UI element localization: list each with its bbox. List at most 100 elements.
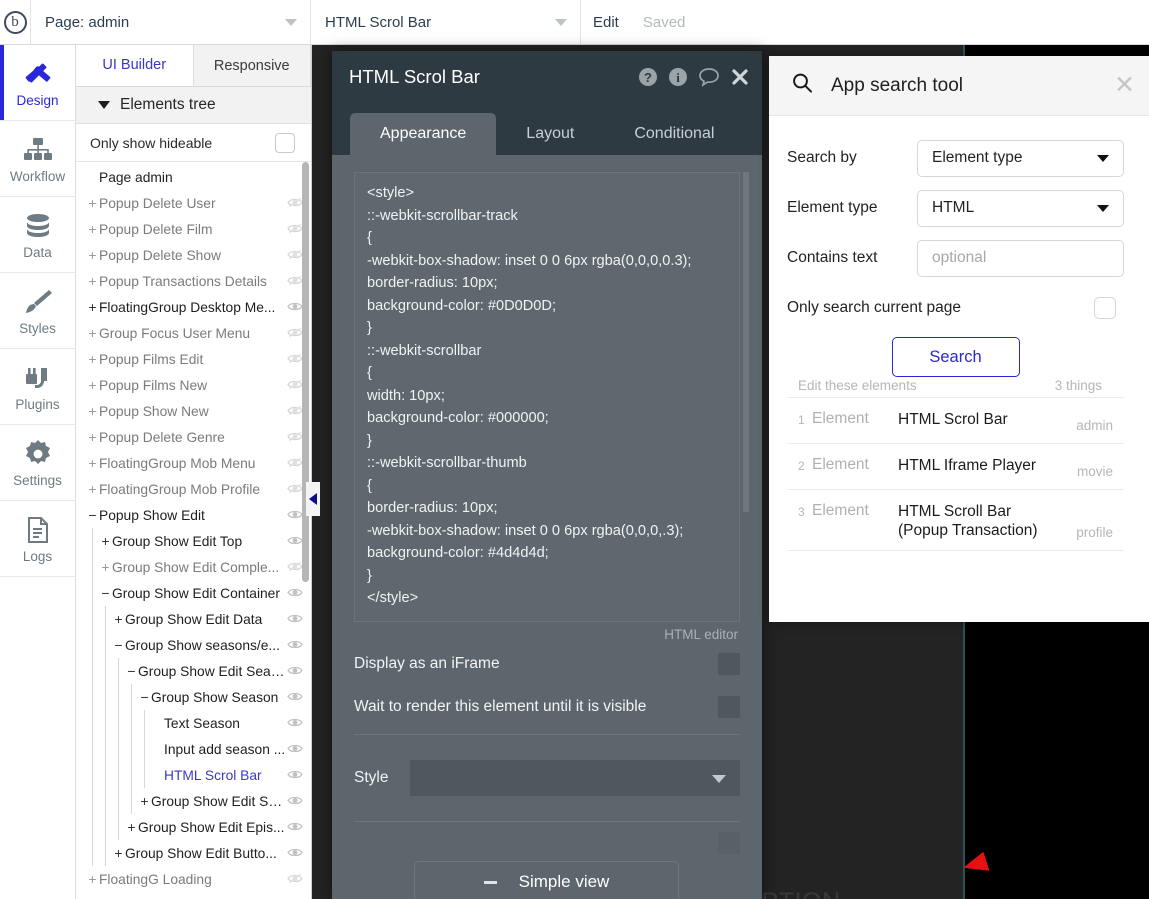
help-icon[interactable]: ? xyxy=(638,67,658,87)
collapse-icon[interactable]: − xyxy=(86,508,99,522)
style-select[interactable] xyxy=(410,760,740,796)
tree-node[interactable]: + Popup Transactions Details xyxy=(76,268,311,294)
eye-icon[interactable] xyxy=(287,821,303,834)
rail-item-workflow[interactable]: Workflow xyxy=(0,121,75,197)
eye-off-icon[interactable] xyxy=(287,561,303,574)
close-icon[interactable]: ✕ xyxy=(1114,73,1135,98)
wait-to-render-checkbox[interactable] xyxy=(718,695,740,718)
close-icon[interactable] xyxy=(730,67,750,87)
expand-icon[interactable]: + xyxy=(86,326,99,340)
eye-icon[interactable] xyxy=(287,743,303,756)
tab-responsive[interactable]: Responsive xyxy=(193,45,311,86)
search-by-select[interactable]: Element type xyxy=(917,139,1124,177)
expand-icon[interactable]: + xyxy=(112,846,125,860)
tree-node[interactable]: + Group Show Edit Se... xyxy=(76,788,311,814)
expand-icon[interactable]: + xyxy=(86,456,99,470)
elements-tree-header[interactable]: Elements tree xyxy=(76,87,311,124)
expand-icon[interactable]: + xyxy=(86,196,99,210)
eye-icon[interactable] xyxy=(287,639,303,652)
tree-scrollbar[interactable] xyxy=(302,162,309,582)
eye-icon[interactable] xyxy=(287,795,303,808)
html-code-editor[interactable]: <style> ::-webkit-scrollbar-track { -web… xyxy=(354,172,740,622)
tree-node[interactable]: HTML Scrol Bar xyxy=(76,762,311,788)
eye-off-icon[interactable] xyxy=(287,249,303,262)
tree-node[interactable]: − Group Show Edit Seas... xyxy=(76,658,311,684)
search-button[interactable]: Search xyxy=(891,337,1020,377)
eye-off-icon[interactable] xyxy=(287,223,303,236)
expand-icon[interactable]: + xyxy=(125,820,138,834)
tab-conditional[interactable]: Conditional xyxy=(604,113,744,155)
tree-node[interactable]: Page admin xyxy=(76,164,311,190)
expand-icon[interactable]: + xyxy=(86,378,99,392)
tree-node[interactable]: + Popup Films Edit xyxy=(76,346,311,372)
eye-icon[interactable] xyxy=(287,587,303,600)
tree-node[interactable]: + Group Show Edit Comple... xyxy=(76,554,311,580)
element-selector-dropdown[interactable]: HTML Scrol Bar xyxy=(311,0,581,44)
tree-node[interactable]: Input add season ... xyxy=(76,736,311,762)
collapse-icon[interactable]: − xyxy=(99,586,112,600)
expand-icon[interactable]: + xyxy=(86,482,99,496)
only-show-hideable-row[interactable]: Only show hideable xyxy=(76,124,311,162)
tab-layout[interactable]: Layout xyxy=(496,113,604,155)
rail-item-data[interactable]: Data xyxy=(0,197,75,273)
collapse-icon[interactable]: − xyxy=(125,664,138,678)
tree-node[interactable]: + FloatingG Loading xyxy=(76,866,311,892)
tree-node[interactable]: + Popup Delete Show xyxy=(76,242,311,268)
elements-tree-list[interactable]: Page admin + Popup Delete User + Popup Delet… xyxy=(76,162,311,899)
tree-node[interactable]: + Group Show Edit Data xyxy=(76,606,311,632)
element-type-select[interactable]: HTML xyxy=(917,189,1124,227)
result-name[interactable]: HTML Scrol Bar xyxy=(898,410,1051,433)
eye-off-icon[interactable] xyxy=(287,197,303,210)
tree-node[interactable]: + FloatingGroup Desktop Me... xyxy=(76,294,311,320)
eye-off-icon[interactable] xyxy=(287,431,303,444)
search-result-row[interactable]: 1 Element HTML Scrol Bar admin xyxy=(787,397,1124,443)
tab-ui-builder[interactable]: UI Builder xyxy=(76,45,194,86)
comment-icon[interactable] xyxy=(698,67,720,87)
eye-off-icon[interactable] xyxy=(287,457,303,470)
eye-off-icon[interactable] xyxy=(287,275,303,288)
expand-icon[interactable]: + xyxy=(86,274,99,288)
expand-icon[interactable]: + xyxy=(86,248,99,262)
tree-node[interactable]: + Group Show Edit Top xyxy=(76,528,311,554)
eye-off-icon[interactable] xyxy=(287,873,303,886)
tree-node[interactable]: − Group Show Edit Container xyxy=(76,580,311,606)
rail-item-plugins[interactable]: Plugins xyxy=(0,349,75,425)
only-search-current-page-checkbox[interactable] xyxy=(1094,297,1116,319)
info-icon[interactable]: i xyxy=(668,67,688,87)
tree-node[interactable]: − Popup Show Edit xyxy=(76,502,311,528)
expand-icon[interactable]: + xyxy=(86,222,99,236)
eye-off-icon[interactable] xyxy=(287,353,303,366)
page-selector-dropdown[interactable]: Page: admin xyxy=(31,0,311,44)
eye-icon[interactable] xyxy=(287,613,303,626)
eye-icon[interactable] xyxy=(287,665,303,678)
code-editor-scrollbar[interactable] xyxy=(743,172,749,512)
eye-icon[interactable] xyxy=(287,769,303,782)
wait-to-render-row[interactable]: Wait to render this element until it is … xyxy=(354,685,740,728)
tree-node[interactable]: + Popup Delete User xyxy=(76,190,311,216)
collapse-icon[interactable]: − xyxy=(112,638,125,652)
display-as-iframe-checkbox[interactable] xyxy=(718,652,740,675)
eye-icon[interactable] xyxy=(287,509,303,522)
simple-view-toggle[interactable]: Simple view xyxy=(414,861,679,899)
expand-icon[interactable]: + xyxy=(86,300,99,314)
tree-node[interactable]: + Popup Delete Genre xyxy=(76,424,311,450)
rail-item-logs[interactable]: Logs xyxy=(0,501,75,577)
tree-node[interactable]: + Popup Show New xyxy=(76,398,311,424)
expand-icon[interactable]: + xyxy=(86,352,99,366)
collapse-icon[interactable]: − xyxy=(138,690,151,704)
search-result-row[interactable]: 3 Element HTML Scroll Bar (Popup Transacti… xyxy=(787,489,1124,551)
tree-node[interactable]: +Popup Admin Permission xyxy=(76,892,311,899)
eye-off-icon[interactable] xyxy=(287,405,303,418)
hidden-option-row[interactable] xyxy=(354,828,740,858)
tree-node[interactable]: + Group Focus User Menu xyxy=(76,320,311,346)
tree-node[interactable]: + FloatingGroup Mob Profile xyxy=(76,476,311,502)
edit-button[interactable]: Edit xyxy=(581,0,631,44)
expand-icon[interactable]: + xyxy=(99,534,112,548)
bubble-logo[interactable]: b xyxy=(0,0,31,44)
eye-icon[interactable] xyxy=(287,301,303,314)
search-result-row[interactable]: 2 Element HTML Iframe Player movie xyxy=(787,443,1124,489)
only-show-hideable-checkbox[interactable] xyxy=(275,132,295,153)
tab-appearance[interactable]: Appearance xyxy=(350,113,497,155)
only-search-current-page-row[interactable]: Only search current page xyxy=(787,283,1124,333)
expand-icon[interactable]: + xyxy=(86,872,99,886)
